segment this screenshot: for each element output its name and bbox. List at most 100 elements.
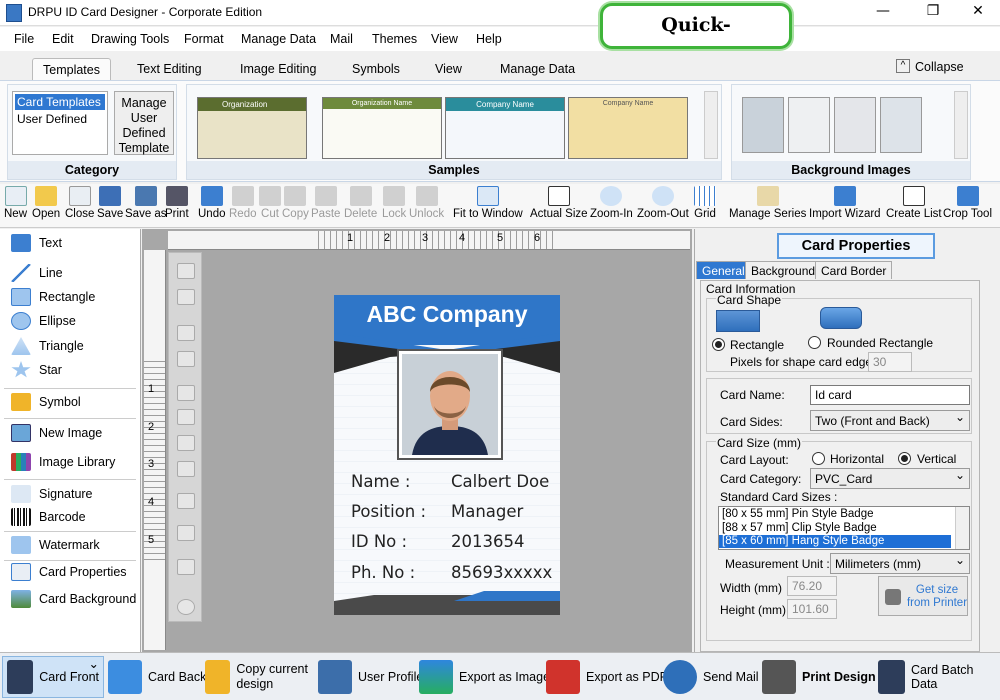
copy-button[interactable]: Copy xyxy=(282,186,309,220)
collapse-icon[interactable]: ^ xyxy=(896,59,910,73)
export-as-pdf-button[interactable]: Export as PDF xyxy=(546,656,667,698)
pixels-edge-stepper[interactable]: 30 xyxy=(868,352,912,372)
tool-star[interactable]: Star xyxy=(11,359,62,381)
tab-text-editing[interactable]: Text Editing xyxy=(127,58,212,80)
id-card-preview[interactable]: ABC Company Name : Calbert Doe Position :… xyxy=(334,295,560,615)
create-list-button[interactable]: Create List xyxy=(886,186,942,220)
close-file-button[interactable]: Close xyxy=(65,186,94,220)
sample-thumb[interactable]: Organization Name xyxy=(322,97,442,159)
tool-watermark[interactable]: Watermark xyxy=(11,534,100,556)
send-back-icon[interactable] xyxy=(177,289,195,305)
menu-manage-data[interactable]: Manage Data xyxy=(241,32,316,46)
menu-themes[interactable]: Themes xyxy=(372,32,417,46)
align-left-icon[interactable] xyxy=(177,385,195,401)
tool-new-image[interactable]: New Image xyxy=(11,422,102,444)
grid-button[interactable]: Grid xyxy=(694,186,716,220)
menu-file[interactable]: File xyxy=(14,32,34,46)
send-mail-button[interactable]: Send Mail xyxy=(663,656,759,698)
tab-image-editing[interactable]: Image Editing xyxy=(230,58,326,80)
tool-ellipse[interactable]: Ellipse xyxy=(11,310,76,332)
zoom-icon[interactable] xyxy=(177,599,195,615)
card-name-input[interactable]: Id card xyxy=(810,385,970,405)
collapse-button[interactable]: Collapse xyxy=(915,60,964,74)
employee-photo[interactable] xyxy=(397,349,503,460)
align-top-icon[interactable] xyxy=(177,461,195,477)
lock-button[interactable]: Lock xyxy=(382,186,406,220)
tab-view[interactable]: View xyxy=(425,58,472,80)
tab-symbols[interactable]: Symbols xyxy=(342,58,410,80)
manage-series-button[interactable]: Manage Series xyxy=(729,186,806,220)
samples-scrollbar[interactable] xyxy=(704,91,718,159)
sample-thumb[interactable]: Organization xyxy=(197,97,307,159)
manage-user-defined-template-button[interactable]: Manage User Defined Template xyxy=(114,91,174,155)
save-as-button[interactable]: Save as xyxy=(125,186,167,220)
tab-background[interactable]: Background xyxy=(745,261,822,279)
open-button[interactable]: Open xyxy=(32,186,60,220)
size-option[interactable]: [88 x 57 mm] Clip Style Badge xyxy=(719,522,969,535)
user-profile-button[interactable]: User Profile xyxy=(318,656,423,698)
delete-button[interactable]: Delete xyxy=(344,186,377,220)
align-center-icon[interactable] xyxy=(177,409,195,425)
group-icon[interactable] xyxy=(177,493,195,509)
rectangle-shape-icon[interactable] xyxy=(716,310,760,332)
tool-card-background[interactable]: Card Background xyxy=(11,588,136,610)
sample-thumb[interactable]: Company Name xyxy=(445,97,565,159)
tab-general[interactable]: General xyxy=(696,261,751,279)
crop-tool-button[interactable]: Crop Tool xyxy=(943,186,992,220)
tool-image-library[interactable]: Image Library xyxy=(11,451,115,473)
measurement-unit-select[interactable]: Milimeters (mm) xyxy=(830,553,970,574)
paste-button[interactable]: Paste xyxy=(311,186,340,220)
cut-button[interactable]: Cut xyxy=(259,186,281,220)
horizontal-radio[interactable] xyxy=(812,452,825,465)
background-scrollbar[interactable] xyxy=(954,91,968,159)
card-sides-select[interactable]: Two (Front and Back) xyxy=(810,410,970,431)
menu-help[interactable]: Help xyxy=(476,32,502,46)
company-name[interactable]: ABC Company xyxy=(334,301,560,328)
unlock-object-icon[interactable] xyxy=(177,351,195,367)
size-option-selected[interactable]: [85 x 60 mm] Hang Style Badge xyxy=(719,535,951,548)
import-wizard-button[interactable]: Import Wizard xyxy=(809,186,881,220)
standard-card-sizes-list[interactable]: [80 x 55 mm] Pin Style Badge [88 x 57 mm… xyxy=(718,506,970,550)
background-thumb[interactable] xyxy=(834,97,876,153)
print-button[interactable]: Print xyxy=(165,186,189,220)
bring-front-icon[interactable] xyxy=(177,263,195,279)
card-front-button[interactable]: Card Front xyxy=(2,656,104,698)
category-list[interactable]: Card Templates User Defined xyxy=(12,91,108,155)
tab-manage-data[interactable]: Manage Data xyxy=(490,58,585,80)
sizes-scrollbar[interactable] xyxy=(955,507,969,549)
zoom-in-button[interactable]: Zoom-In xyxy=(590,186,633,220)
card-batch-data-button[interactable]: Card Batch Data xyxy=(878,656,1000,698)
get-size-from-printer-button[interactable]: Get size from Printer xyxy=(878,576,968,616)
actual-size-button[interactable]: Actual Size xyxy=(530,186,588,220)
minimize-button[interactable]: — xyxy=(860,0,906,24)
background-thumb[interactable] xyxy=(742,97,784,153)
tab-card-border[interactable]: Card Border xyxy=(815,261,893,279)
rounded-rectangle-radio[interactable] xyxy=(808,336,821,349)
menu-mail[interactable]: Mail xyxy=(330,32,353,46)
tool-signature[interactable]: Signature xyxy=(11,483,93,505)
unlock-button[interactable]: Unlock xyxy=(409,186,444,220)
card-back-button[interactable]: Card Back xyxy=(108,656,206,698)
move-icon[interactable] xyxy=(177,559,195,575)
tool-rectangle[interactable]: Rectangle xyxy=(11,286,95,308)
tool-line[interactable]: Line xyxy=(11,262,63,284)
sample-thumb[interactable]: Company Name xyxy=(568,97,688,159)
tool-triangle[interactable]: Triangle xyxy=(11,335,84,357)
fit-to-window-button[interactable]: Fit to Window xyxy=(453,186,523,220)
category-item-user-defined[interactable]: User Defined xyxy=(13,112,107,126)
width-input[interactable]: 76.20 xyxy=(787,576,837,596)
tool-text[interactable]: Text xyxy=(11,232,62,254)
menu-format[interactable]: Format xyxy=(184,32,224,46)
resize-icon[interactable] xyxy=(177,525,195,541)
copy-current-design-button[interactable]: Copy current design xyxy=(205,656,320,698)
undo-button[interactable]: Undo xyxy=(198,186,226,220)
rounded-rectangle-shape-icon[interactable] xyxy=(820,307,862,329)
redo-button[interactable]: Redo xyxy=(229,186,257,220)
vertical-radio[interactable] xyxy=(898,452,911,465)
lock-object-icon[interactable] xyxy=(177,325,195,341)
export-as-image-button[interactable]: Export as Image xyxy=(419,656,550,698)
menu-drawing-tools[interactable]: Drawing Tools xyxy=(91,32,169,46)
menu-view[interactable]: View xyxy=(431,32,458,46)
print-design-button[interactable]: Print Design xyxy=(762,656,876,698)
background-thumb[interactable] xyxy=(880,97,922,153)
